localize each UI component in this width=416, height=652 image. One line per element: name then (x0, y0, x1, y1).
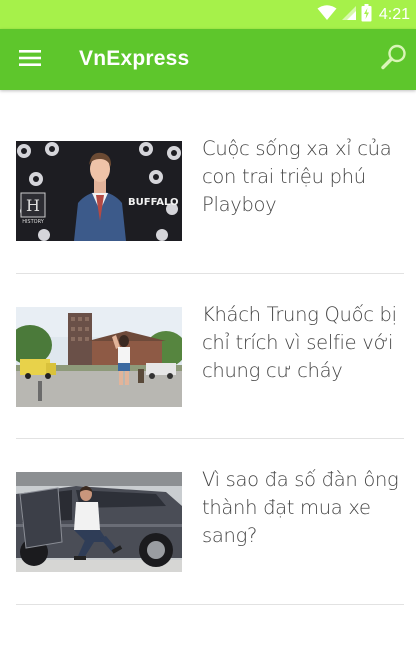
menu-button[interactable] (12, 44, 48, 76)
article-thumbnail: H HISTORY BUFFALO (16, 141, 182, 241)
article-item[interactable]: H HISTORY BUFFALO Cuộc sống xa xỉ của co… (16, 137, 404, 271)
article-item[interactable]: Khách Trung Quốc bị chỉ trích vì selfie … (16, 303, 404, 437)
article-thumbnail (16, 472, 182, 572)
svg-text:H: H (26, 196, 40, 215)
article-item[interactable]: Vì sao đa số đàn ông thành đạt mua xe sa… (16, 468, 404, 602)
article-headline: Vì sao đa số đàn ông thành đạt mua xe sa… (202, 468, 399, 547)
app-title: VnExpress (79, 47, 190, 70)
status-time: 4:21 (378, 6, 410, 23)
status-bar: 4:21 (0, 0, 416, 29)
signal-icon (341, 5, 357, 26)
search-icon (380, 43, 408, 76)
article-headline: Khách Trung Quốc bị chỉ trích vì selfie … (202, 303, 397, 382)
status-icons: 4:21 (317, 3, 410, 27)
hamburger-menu-icon (19, 49, 41, 71)
app-bar: VnExpress (0, 29, 416, 90)
divider (16, 273, 404, 274)
battery-icon (361, 3, 372, 27)
divider (16, 604, 404, 605)
divider (16, 438, 404, 439)
article-headline: Cuộc sống xa xỉ của con trai triệu phú P… (202, 137, 392, 216)
history-logo-text: HISTORY (22, 219, 45, 225)
search-button[interactable] (378, 43, 410, 75)
article-thumbnail (16, 307, 182, 407)
wifi-icon (317, 4, 337, 26)
buffalo-sign-text: BUFFALO (128, 197, 179, 208)
